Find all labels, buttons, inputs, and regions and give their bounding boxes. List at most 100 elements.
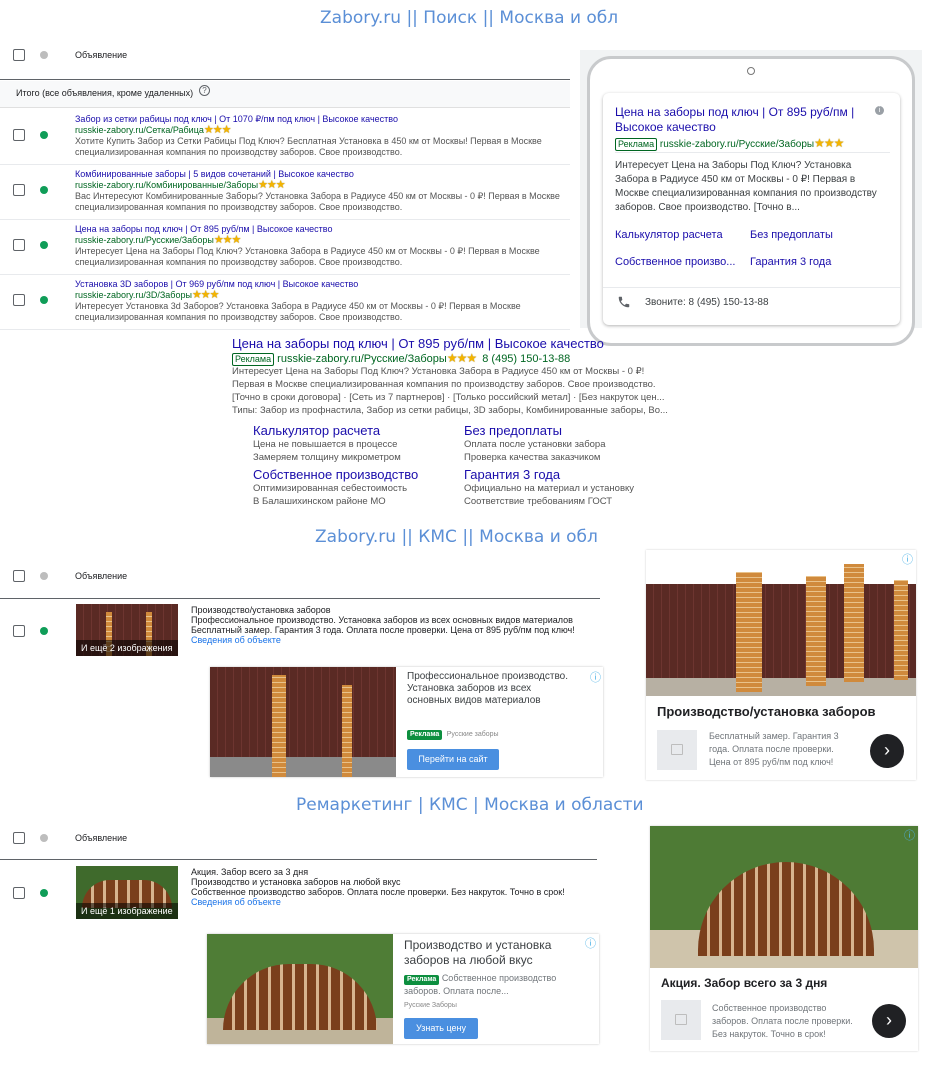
row-checkbox[interactable] bbox=[13, 625, 25, 637]
desktop-ad-phone[interactable]: 8 (495) 150-13-88 bbox=[482, 353, 570, 365]
column-header-ad: Объявление bbox=[75, 50, 128, 60]
sitelink-no-prepay[interactable]: Без предоплаты bbox=[750, 229, 833, 241]
sitelink-desc: В Балашихинском районе МО bbox=[253, 496, 386, 507]
row-checkbox[interactable] bbox=[13, 239, 25, 251]
remarketing-card-ad[interactable]: ⓘ Акция. Забор всего за 3 дня Собственно… bbox=[650, 826, 918, 1051]
row-checkbox[interactable] bbox=[13, 294, 25, 306]
banner-title: Производство и установка заборов на любо… bbox=[404, 938, 552, 967]
sitelink-calculator[interactable]: Калькулятор расчета bbox=[615, 229, 723, 241]
status-header-dot bbox=[40, 572, 48, 580]
table-header: Объявление bbox=[0, 565, 600, 599]
ad-desc-line2: специализированная компания по производс… bbox=[75, 257, 403, 267]
rating-stars-icon: ★★★ bbox=[258, 179, 286, 191]
object-details-link[interactable]: Сведения об объекте bbox=[191, 635, 281, 646]
visit-site-button[interactable]: Перейти на сайт bbox=[407, 749, 499, 770]
table-row[interactable]: Цена на заборы под ключ | От 895 руб/пм … bbox=[0, 220, 570, 275]
ad-desc-line1: Вас Интересуют Комбинированные Заборы? У… bbox=[75, 191, 560, 201]
banner-brand: Русские Заборы bbox=[404, 1002, 457, 1009]
sitelink-desc: Проверка качества заказчиком bbox=[464, 452, 601, 463]
row-checkbox[interactable] bbox=[13, 184, 25, 196]
select-all-checkbox[interactable] bbox=[13, 570, 25, 582]
column-header-ad: Объявление bbox=[75, 833, 128, 843]
arrow-right-icon[interactable]: › bbox=[870, 734, 904, 768]
ad-url: russkie-zabory.ru/3D/Заборы bbox=[75, 290, 192, 300]
table-row[interactable]: Забор из сетки рабицы под ключ | От 1070… bbox=[0, 110, 570, 165]
ad-url: russkie-zabory.ru/Сетка/Рабица bbox=[75, 125, 204, 135]
info-icon[interactable]: ⓘ bbox=[902, 551, 913, 567]
object-details-link[interactable]: Сведения об объекте bbox=[191, 897, 281, 908]
ad-title[interactable]: Цена на заборы под ключ | От 895 руб/пм … bbox=[75, 224, 332, 235]
info-icon[interactable]: ⓘ bbox=[585, 935, 596, 951]
status-dot bbox=[40, 131, 48, 139]
brick-pillar bbox=[894, 580, 908, 680]
sitelink-title[interactable]: Без предоплаты bbox=[464, 423, 606, 438]
sitelink-block[interactable]: Гарантия 3 года Официально на материал и… bbox=[464, 467, 634, 508]
status-header-dot bbox=[40, 834, 48, 842]
sitelink-title[interactable]: Собственное производство bbox=[253, 467, 418, 482]
table-row[interactable]: И ещё 1 изображение Акция. Забор всего з… bbox=[0, 862, 597, 924]
card-image bbox=[646, 550, 916, 696]
brick-pillar bbox=[806, 576, 826, 686]
info-icon[interactable]: ⓘ bbox=[590, 669, 601, 685]
banner-image-ground bbox=[210, 757, 396, 777]
sitelink-desc: Цена не повышается в процессе bbox=[253, 439, 398, 450]
ad-title[interactable]: Комбинированные заборы | 5 видов сочетан… bbox=[75, 169, 354, 180]
card-image-ground bbox=[646, 678, 916, 696]
sitelink-block[interactable]: Калькулятор расчета Цена не повышается в… bbox=[253, 423, 401, 464]
sitelink-title[interactable]: Калькулятор расчета bbox=[253, 423, 401, 438]
table-row[interactable]: Установка 3D заборов | От 969 руб/пм под… bbox=[0, 275, 570, 330]
ad-desc-line2: специализированная компания по производс… bbox=[75, 147, 403, 157]
row-checkbox[interactable] bbox=[13, 887, 25, 899]
rating-stars-icon: ★★★ bbox=[213, 234, 242, 246]
ad-badge: Реклама bbox=[407, 730, 443, 740]
info-icon[interactable]: ⓘ bbox=[904, 827, 915, 843]
sitelink-desc: Замеряем толщину микрометром bbox=[253, 452, 401, 463]
sitelink-block[interactable]: Собственное производство Оптимизированна… bbox=[253, 467, 418, 508]
sitelink-warranty[interactable]: Гарантия 3 года bbox=[750, 256, 831, 268]
card-image bbox=[650, 826, 918, 968]
total-row: Итого (все объявления, кроме удаленных) … bbox=[0, 81, 570, 108]
desktop-ad-line2: Первая в Москве специализированная компа… bbox=[232, 379, 656, 390]
arrow-right-icon[interactable]: › bbox=[872, 1004, 906, 1038]
desktop-ad-line1: Интересует Цена на Заборы Под Ключ? Уста… bbox=[232, 366, 645, 377]
table-header: Объявление bbox=[0, 827, 597, 860]
kms-card-ad[interactable]: ⓘ Производство/установка заборов Бесплат… bbox=[646, 550, 916, 780]
kms-banner-ad[interactable]: Профессиональное производство. Установка… bbox=[210, 667, 603, 777]
gate-image bbox=[223, 964, 377, 1030]
select-all-checkbox[interactable] bbox=[13, 832, 25, 844]
remarketing-banner-ad[interactable]: Производство и установка заборов на любо… bbox=[207, 934, 599, 1044]
select-all-checkbox[interactable] bbox=[13, 49, 25, 61]
gate-image bbox=[698, 862, 874, 956]
ad-thumbnail[interactable]: И ещё 1 изображение bbox=[76, 866, 178, 919]
ad-title[interactable]: Забор из сетки рабицы под ключ | От 1070… bbox=[75, 114, 398, 125]
sitelink-block[interactable]: Без предоплаты Оплата после установки за… bbox=[464, 423, 606, 464]
ad-thumbnail[interactable]: И ещё 2 изображения bbox=[76, 604, 178, 656]
image-placeholder-icon bbox=[657, 730, 697, 770]
call-label[interactable]: Звоните: 8 (495) 150-13-88 bbox=[645, 297, 769, 308]
brick-pillar bbox=[736, 572, 762, 692]
info-icon[interactable]: i bbox=[875, 106, 884, 115]
mobile-ad-card[interactable]: Цена на заборы под ключ | От 895 руб/пм … bbox=[603, 93, 900, 325]
mobile-ad-title[interactable]: Цена на заборы под ключ | От 895 руб/пм … bbox=[615, 105, 865, 135]
status-dot bbox=[40, 241, 48, 249]
row-checkbox[interactable] bbox=[13, 129, 25, 141]
ad-url: russkie-zabory.ru/Комбинированные/Заборы bbox=[75, 180, 259, 190]
ad-badge: Реклама bbox=[615, 138, 658, 151]
more-images-label: И ещё 2 изображения bbox=[76, 640, 178, 656]
mobile-ad-desc: Интересует Цена на Заборы Под Ключ? Уста… bbox=[615, 160, 877, 213]
help-icon[interactable]: ? bbox=[199, 85, 210, 96]
sitelink-production[interactable]: Собственное произво... bbox=[615, 256, 735, 268]
image-placeholder-glyph bbox=[671, 744, 683, 755]
table-row[interactable]: Комбинированные заборы | 5 видов сочетан… bbox=[0, 165, 570, 220]
sitelink-title[interactable]: Гарантия 3 года bbox=[464, 467, 634, 482]
mobile-ad-url: russkie-zabory.ru/Русские/Заборы bbox=[659, 139, 815, 150]
card-title[interactable]: Акция. Забор всего за 3 дня bbox=[661, 976, 827, 990]
table-header: Объявление bbox=[0, 44, 570, 80]
card-title[interactable]: Производство/установка заборов bbox=[657, 704, 876, 719]
column-header-ad: Объявление bbox=[75, 571, 128, 581]
get-price-button[interactable]: Узнать цену bbox=[404, 1018, 478, 1039]
status-dot bbox=[40, 889, 48, 897]
desktop-ad-title[interactable]: Цена на заборы под ключ | От 895 руб/пм … bbox=[232, 336, 604, 351]
status-header-dot bbox=[40, 51, 48, 59]
table-row[interactable]: И ещё 2 изображения Производство/установ… bbox=[0, 600, 600, 660]
